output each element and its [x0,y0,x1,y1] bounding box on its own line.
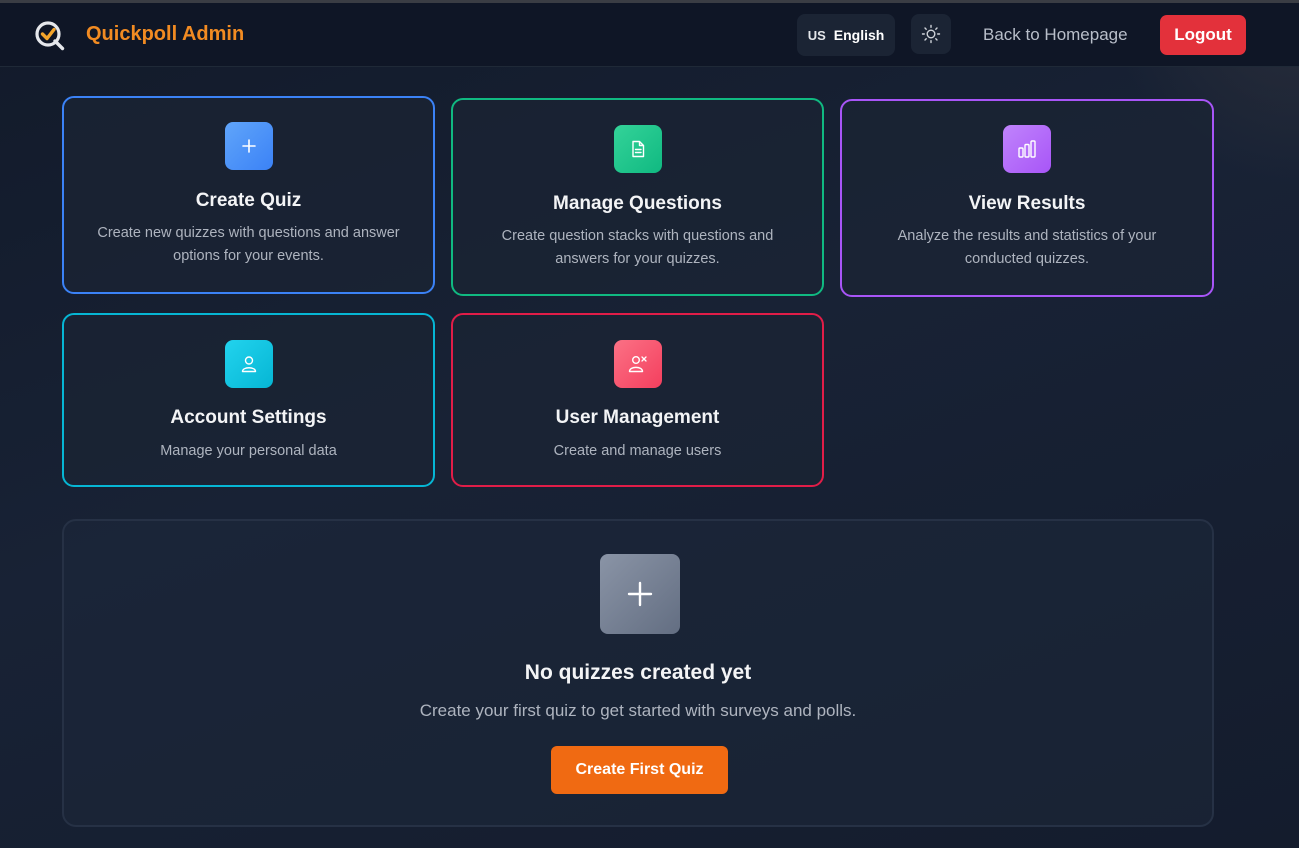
back-to-homepage-link[interactable]: Back to Homepage [983,25,1128,45]
plus-icon [224,122,273,170]
card-description: Create and manage users [553,443,722,459]
plus-icon[interactable] [600,554,680,634]
language-label: English [833,27,885,43]
user-management-card[interactable]: User Management Create and manage users [451,313,824,487]
view-results-card[interactable]: View Results Analyze the results and sta… [840,99,1214,297]
bar-chart-icon [1003,125,1051,173]
card-title: Manage Questions [553,193,722,214]
logout-button[interactable]: Logout [1160,15,1246,55]
card-title: View Results [968,193,1086,214]
create-quiz-card[interactable]: Create Quiz Create new quizzes with ques… [62,96,435,294]
top-navbar: Quickpoll Admin US English Back to Homep… [0,3,1299,67]
sun-icon [921,24,941,44]
empty-state-title: No quizzes created yet [524,661,752,684]
card-description: Analyze the results and statistics of yo… [897,228,1157,267]
account-settings-card[interactable]: Account Settings Manage your personal da… [62,313,435,487]
app-brand-title[interactable]: Quickpoll Admin [86,23,244,46]
document-icon [613,125,662,173]
user-icon [224,340,273,388]
users-manage-icon [613,340,662,388]
card-title: Create Quiz [195,190,302,211]
manage-questions-card[interactable]: Manage Questions Create question stacks … [451,98,824,296]
theme-toggle-button[interactable] [911,14,951,54]
empty-quizzes-panel: No quizzes created yet Create your first… [62,519,1214,827]
card-title: User Management [555,407,720,428]
card-title: Account Settings [170,407,327,428]
card-description: Manage your personal data [160,443,337,459]
quickpoll-logo-icon [35,21,65,51]
language-selector[interactable]: US English [797,14,895,56]
create-first-quiz-button[interactable]: Create First Quiz [551,746,728,794]
card-description: Create question stacks with questions an… [501,228,774,267]
empty-state-description: Create your first quiz to get started wi… [419,701,857,720]
card-description: Create new quizzes with questions and an… [97,225,400,264]
us-flag-icon: US [807,27,826,43]
